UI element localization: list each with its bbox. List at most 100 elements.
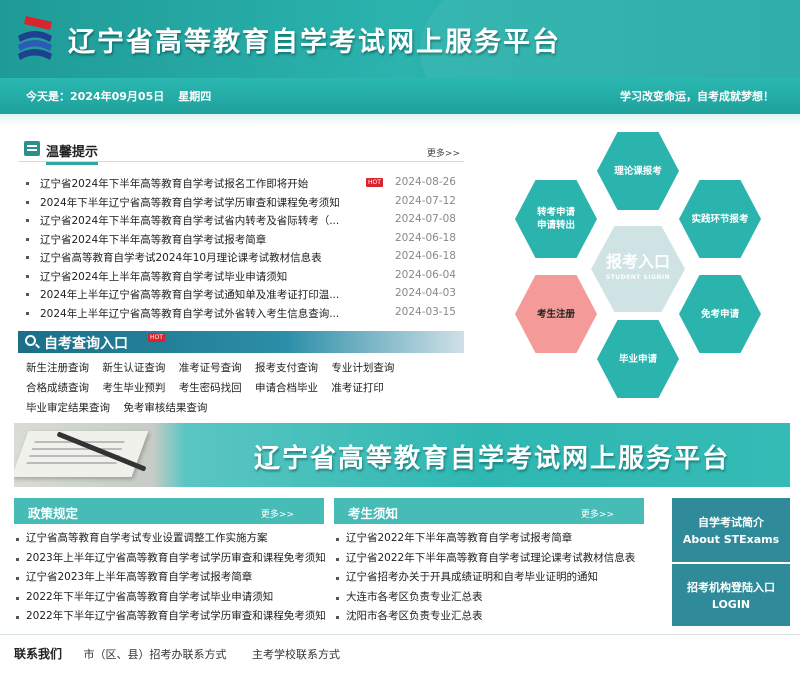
footer: 联系我们 市（区、县）招考办联系方式 主考学校联系方式 [14, 645, 362, 662]
policy-more-link[interactable]: 更多>> [261, 507, 294, 520]
site-title: 辽宁省高等教育自学考试网上服务平台 [68, 27, 561, 58]
banner: 辽宁省高等教育自学考试网上服务平台 [14, 423, 790, 487]
notice-title[interactable]: 辽宁省2024年下半年高等教育自学考试报考简章 [40, 232, 266, 247]
notice-item[interactable]: 2024年下半年辽宁省高等教育自学考试学历审查和课程免考须知 2024-07-12 [26, 194, 456, 213]
header: 辽宁省高等教育自学考试网上服务平台 [0, 0, 800, 78]
notice-title[interactable]: 辽宁省高等教育自学考试2024年10月理论课考试教材信息表 [40, 250, 322, 265]
weekday: 星期四 [178, 90, 212, 103]
hex-transfer-line2: 申请转出 [536, 220, 575, 231]
notice-item[interactable]: 辽宁省2024年下半年高等教育自学考试报名工作即将开始 HOT 2024-08-26 [26, 175, 456, 194]
query-title: 自考查询入口 [44, 336, 128, 352]
notice-title[interactable]: 2024年上半年辽宁省高等教育自学考试外省转入考生信息查询... [40, 306, 339, 321]
agency-login-button[interactable]: 招考机构登陆入口 LOGIN [672, 564, 790, 626]
policy-item[interactable]: 辽宁省2023年上半年高等教育自学考试报考简章 [16, 569, 326, 589]
notice-date: 2024-06-18 [394, 231, 456, 244]
hex-transfer-label: 转考申请 申请转出 [537, 206, 575, 232]
about-label-cn: 自学考试简介 [698, 516, 764, 529]
candidate-item[interactable]: 辽宁省2022年下半年高等教育自学考试理论课考试教材信息表 [336, 550, 646, 570]
notice-date: 2024-07-12 [394, 194, 456, 207]
candidate-item[interactable]: 沈阳市各考区负责专业汇总表 [336, 608, 646, 628]
notice-date: 2024-08-26 [394, 176, 456, 188]
notice-title[interactable]: 辽宁省2024年上半年高等教育自学考试毕业申请须知 [40, 269, 287, 284]
query-link[interactable]: 准考证打印 [331, 382, 384, 394]
notice-title[interactable]: 辽宁省2024年下半年高等教育自学考试报名工作即将开始 [40, 176, 308, 191]
policy-item[interactable]: 2022年下半年辽宁省高等教育自学考试毕业申请须知 [16, 589, 326, 609]
policy-item[interactable]: 2023年上半年辽宁省高等教育自学考试学历审查和课程免考须知 [16, 550, 326, 570]
banner-title: 辽宁省高等教育自学考试网上服务平台 [254, 444, 731, 474]
hex-theory-label: 理论课报考 [614, 165, 662, 177]
site-logo-icon [18, 16, 52, 60]
notice-date: 2024-04-03 [394, 287, 456, 299]
notices-title: 温馨提示 [46, 141, 99, 165]
hex-signup-entry[interactable]: 报考入口 STUDENT SIGNIN [591, 226, 685, 312]
notice-date: 2024-06-18 [394, 250, 456, 262]
policy-item[interactable]: 2022年下半年辽宁省高等教育自学考试学历审查和课程免考须知 [16, 608, 326, 628]
candidate-more-link[interactable]: 更多>> [581, 507, 614, 520]
hot-badge: HOT [148, 333, 165, 342]
hex-exempt-label: 免考申请 [700, 308, 739, 320]
header-shade [0, 114, 800, 126]
candidate-item[interactable]: 大连市各考区负责专业汇总表 [336, 589, 646, 609]
query-header: 自考查询入口 HOT [18, 331, 464, 353]
notice-item[interactable]: 辽宁省2024年下半年高等教育自学考试省内转考及省际转考（... 2024-07-… [26, 212, 456, 231]
query-link[interactable]: 准考证号查询 [179, 362, 242, 374]
notice-item[interactable]: 辽宁省2024年下半年高等教育自学考试报考简章 2024-06-18 [26, 231, 456, 250]
notice-title[interactable]: 辽宁省2024年下半年高等教育自学考试省内转考及省际转考（... [40, 213, 339, 228]
hex-register-label: 考生注册 [536, 308, 575, 320]
query-link[interactable]: 专业计划查询 [331, 362, 394, 374]
candidate-item[interactable]: 辽宁省招考办关于开具成绩证明和自考毕业证明的通知 [336, 569, 646, 589]
query-link[interactable]: 免考审核结果查询 [123, 402, 207, 414]
login-label-cn: 招考机构登陆入口 [687, 581, 775, 594]
school-contact-link[interactable]: 主考学校联系方式 [252, 648, 340, 661]
query-link[interactable]: 考生密码找回 [179, 382, 242, 394]
policy-item[interactable]: 辽宁省高等教育自学考试专业设置调整工作实施方案 [16, 530, 326, 550]
notice-title[interactable]: 2024年上半年辽宁省高等教育自学考试通知单及准考证打印温... [40, 287, 339, 302]
policy-list: 辽宁省高等教育自学考试专业设置调整工作实施方案 2023年上半年辽宁省高等教育自学… [16, 530, 326, 628]
current-date: 今天是：2024年09月05日 星期四 [26, 88, 211, 104]
candidate-title: 考生须知 [348, 506, 399, 521]
hex-exempt[interactable]: 免考申请 [679, 275, 761, 353]
query-link[interactable]: 合格成绩查询 [26, 382, 89, 394]
query-link[interactable]: 新生注册查询 [26, 362, 89, 374]
notice-icon [24, 141, 40, 156]
query-link[interactable]: 考生毕业预判 [102, 382, 165, 394]
hex-practice-signup[interactable]: 实践环节报考 [679, 180, 761, 258]
notices-list: 辽宁省2024年下半年高等教育自学考试报名工作即将开始 HOT 2024-08-26… [26, 175, 456, 323]
hex-register[interactable]: 考生注册 [515, 275, 597, 353]
about-stexams-button[interactable]: 自学考试简介 About STExams [672, 498, 790, 562]
footer-divider [0, 634, 800, 635]
signup-entry-label: 报考入口 [605, 251, 670, 271]
hex-transfer[interactable]: 转考申请 申请转出 [515, 180, 597, 258]
signup-entry-sublabel: STUDENT SIGNIN [605, 273, 671, 281]
query-link[interactable]: 毕业审定结果查询 [26, 402, 110, 414]
hex-graduate[interactable]: 毕业申请 [597, 320, 679, 398]
notices-more-link[interactable]: 更多>> [427, 146, 460, 159]
notice-item[interactable]: 辽宁省2024年上半年高等教育自学考试毕业申请须知 2024-06-04 [26, 268, 456, 287]
notice-title[interactable]: 2024年下半年辽宁省高等教育自学考试学历审查和课程免考须知 [40, 195, 340, 210]
login-label-en: LOGIN [711, 598, 751, 611]
date-bar: 今天是：2024年09月05日 星期四 学习改变命运，自考成就梦想！ [0, 78, 800, 114]
city-office-contact-link[interactable]: 市（区、县）招考办联系方式 [84, 648, 227, 661]
notice-item[interactable]: 辽宁省高等教育自学考试2024年10月理论课考试教材信息表 2024-06-18 [26, 249, 456, 268]
hex-transfer-line1: 转考申请 [536, 207, 575, 218]
hex-practice-label: 实践环节报考 [691, 213, 749, 225]
query-link[interactable]: 新生认证查询 [102, 362, 165, 374]
notice-item[interactable]: 2024年上半年辽宁省高等教育自学考试外省转入考生信息查询... 2024-03-… [26, 305, 456, 324]
date-prefix: 今天是： [26, 90, 70, 103]
contact-label: 联系我们 [14, 647, 63, 661]
notices-header: 温馨提示 更多>> [18, 138, 464, 165]
notice-item[interactable]: 2024年上半年辽宁省高等教育自学考试通知单及准考证打印温... 2024-04-… [26, 286, 456, 305]
hex-graduate-label: 毕业申请 [618, 353, 657, 365]
search-icon [25, 335, 36, 346]
candidate-list: 辽宁省2022年下半年高等教育自学考试报考简章 辽宁省2022年下半年高等教育自学… [336, 530, 646, 628]
candidate-item[interactable]: 辽宁省2022年下半年高等教育自学考试报考简章 [336, 530, 646, 550]
query-links: 新生注册查询 新生认证查询 准考证号查询 报考支付查询 专业计划查询 合格成绩查… [26, 358, 466, 418]
candidate-header: 考生须知 更多>> [334, 498, 644, 524]
query-link[interactable]: 申请合档毕业 [255, 382, 318, 394]
about-label-en: About STExams [682, 533, 780, 546]
query-link[interactable]: 报考支付查询 [255, 362, 318, 374]
slogan: 学习改变命运，自考成就梦想！ [620, 90, 774, 103]
hex-theory-signup[interactable]: 理论课报考 [597, 132, 679, 210]
notice-date: 2024-06-04 [394, 268, 456, 281]
notice-date: 2024-07-08 [394, 213, 456, 225]
